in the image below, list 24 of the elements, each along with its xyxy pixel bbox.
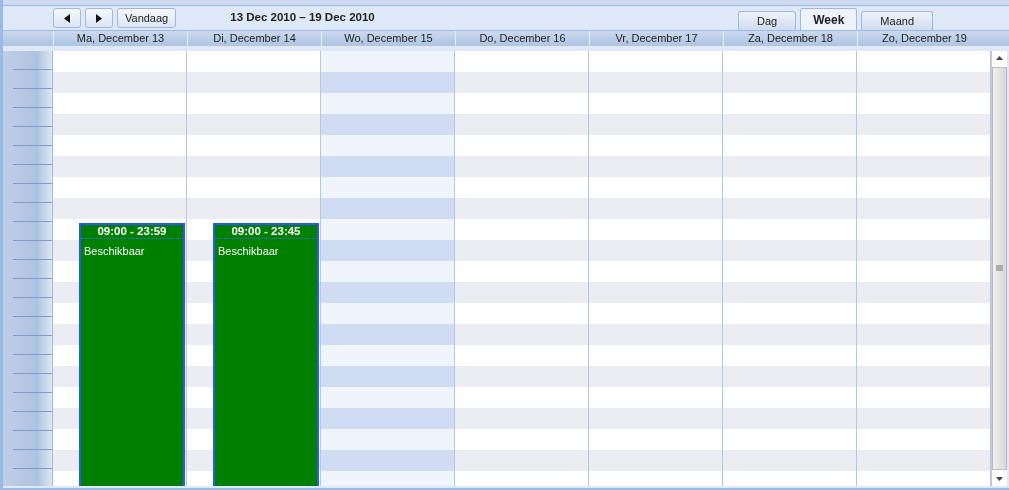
- event-title: Beschikbaar: [83, 244, 146, 259]
- right-triangle-icon: [96, 13, 102, 23]
- today-button[interactable]: Vandaag: [117, 8, 177, 28]
- up-arrow-icon[interactable]: [996, 56, 1003, 60]
- left-triangle-icon: [64, 13, 70, 23]
- day-header: Di, December 14: [187, 31, 321, 46]
- view-tab[interactable]: Maand: [861, 11, 933, 30]
- day-header: Wo, December 15: [321, 31, 455, 46]
- day-header: Vr, December 17: [589, 31, 723, 46]
- event-time: 09:00 - 23:59: [81, 225, 183, 239]
- next-button[interactable]: [85, 8, 113, 28]
- date-range: 13 Dec 2010 – 19 Dec 2010: [230, 9, 375, 25]
- day-header: Zo, December 19: [857, 31, 991, 46]
- view-tab[interactable]: Week: [800, 8, 858, 30]
- day-header: Za, December 18: [723, 31, 857, 46]
- event-time: 09:00 - 23:45: [215, 225, 317, 239]
- event-block[interactable]: 09:00 - 23:45 Beschikbaar: [213, 223, 319, 486]
- event-block[interactable]: 09:00 - 23:59 Beschikbaar: [79, 223, 185, 486]
- previous-button[interactable]: [53, 8, 81, 28]
- day-header: Ma, December 13: [53, 31, 187, 46]
- down-arrow-icon[interactable]: [996, 477, 1003, 481]
- day-header: Do, December 16: [455, 31, 589, 46]
- view-tab[interactable]: Dag: [738, 11, 797, 30]
- event-title: Beschikbaar: [217, 244, 280, 259]
